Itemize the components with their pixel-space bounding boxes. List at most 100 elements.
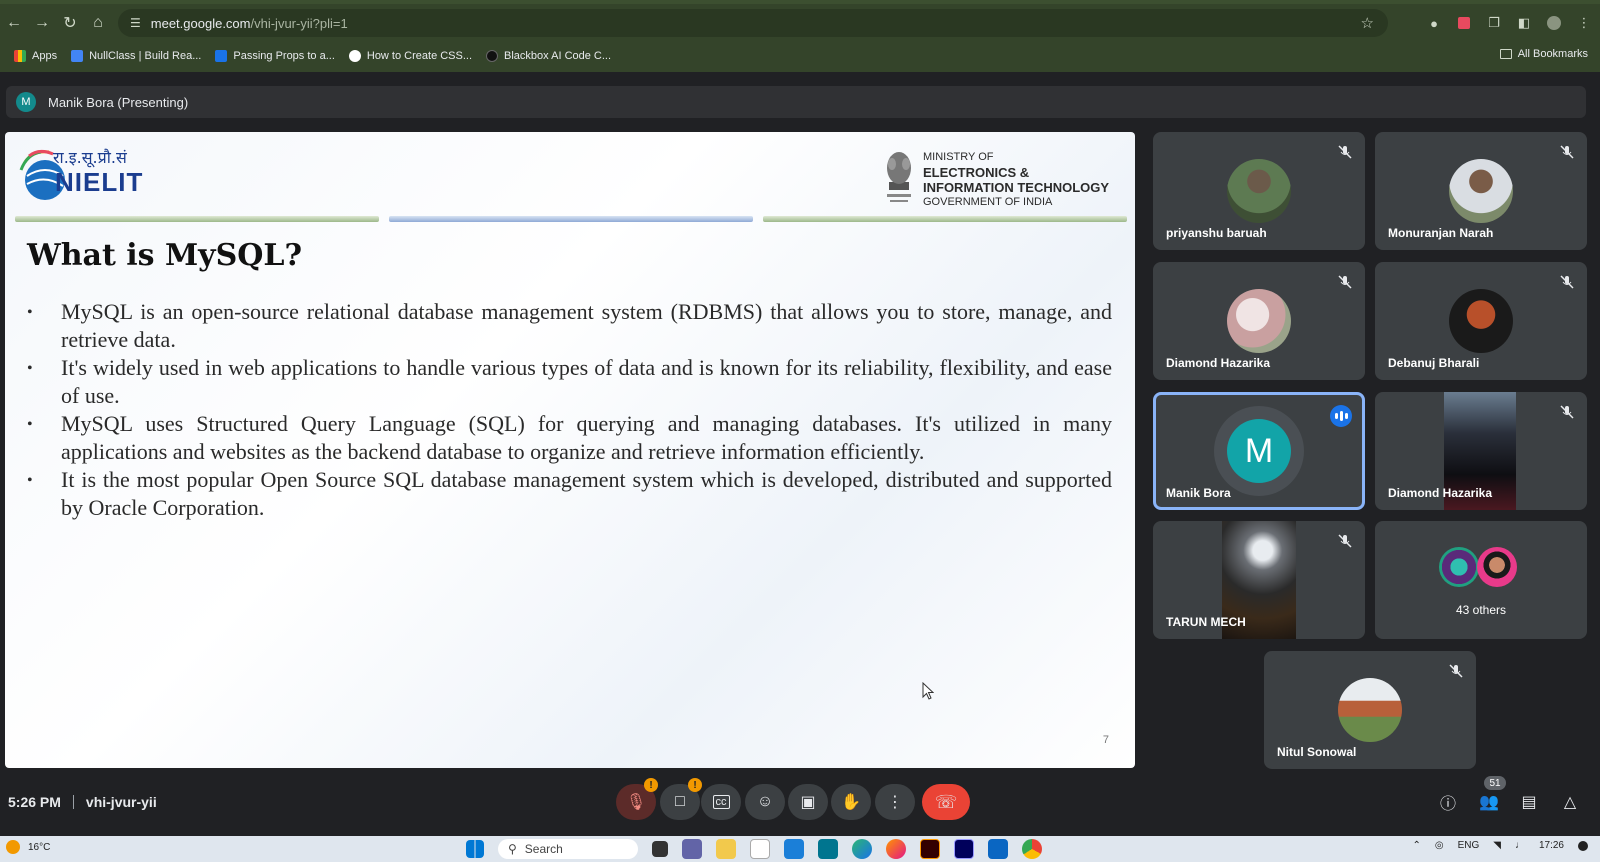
premiere-icon[interactable] [954,839,974,859]
mic-off-icon [1560,275,1574,289]
profile-avatar-icon[interactable] [1546,15,1562,31]
bookmark-passing-props[interactable]: Passing Props to a... [215,50,335,62]
firefox-icon[interactable] [886,839,906,859]
volume-icon[interactable]: ♩ [1515,840,1525,851]
side-panel-icon[interactable]: ◧ [1516,15,1532,31]
leave-call-button[interactable]: ☏ [922,784,970,820]
meeting-time: 5:26 PM [8,794,61,810]
site-info-icon[interactable]: ☰ [130,16,141,30]
all-bookmarks-label: All Bookmarks [1517,48,1588,60]
captions-button[interactable]: cc [701,784,741,820]
globe-icon [348,50,361,62]
participant-name: Debanuj Bharali [1388,356,1480,370]
task-view-icon[interactable] [652,841,668,857]
raise-hand-button[interactable]: ✋ [831,784,871,820]
bullet-item: • MySQL is an open-source relational data… [27,298,1112,354]
taskbar-apps: ⚲ Search [466,839,1042,859]
participant-tile[interactable]: Diamond Hazarika [1375,392,1587,510]
language-indicator[interactable]: ENG [1458,840,1480,851]
extension-globe-icon[interactable]: ● [1426,15,1442,31]
file-explorer-icon[interactable] [716,839,736,859]
address-bar[interactable]: ☰ meet.google.com/vhi-jvur-yii?pli=1 ☆ [118,9,1388,37]
logo-name: NIELIT [55,167,144,197]
forward-icon[interactable]: → [28,9,56,37]
participant-name: Diamond Hazarika [1388,486,1493,500]
stripe-green [15,216,379,222]
camera-off-icon: □ [675,793,685,810]
bookmark-nullclass[interactable]: NullClass | Build Rea... [71,50,201,62]
weather-sun-icon [6,840,20,854]
clock[interactable]: 17:26 [1539,840,1564,851]
menu-kebab-icon[interactable]: ⋮ [1576,15,1592,31]
ministry-line: MINISTRY OF [923,151,994,163]
participant-tile[interactable]: Nitul Sonowal [1264,651,1476,769]
bookmark-apps[interactable]: Apps [14,50,57,62]
bullet-text: MySQL is an open-source relational datab… [61,299,1112,352]
reactions-button[interactable]: ☺ [745,784,785,820]
slide-page-number: 7 [1102,734,1109,746]
reload-icon[interactable]: ↻ [56,9,84,37]
vscode-icon[interactable] [988,839,1008,859]
extension-red-icon[interactable] [1456,15,1472,31]
teams-icon[interactable] [682,839,702,859]
more-options-button[interactable]: ⋮ [875,784,915,820]
participant-photo [1227,159,1291,223]
participant-tile[interactable]: Debanuj Bharali [1375,262,1587,380]
notification-icon[interactable] [1578,840,1588,851]
meeting-code: vhi-jvur-yii [85,794,157,810]
mic-off-icon [1449,664,1463,678]
illustrator-icon[interactable] [920,839,940,859]
bullet-dot: • [27,360,33,377]
edge-icon[interactable] [852,839,872,859]
bullet-item: • It's widely used in web applications to… [27,354,1112,410]
hand-icon: ✋ [841,794,861,811]
bookmark-create-css[interactable]: How to Create CSS... [348,50,473,62]
presenter-label: Manik Bora (Presenting) [48,94,189,110]
participant-tile-active[interactable]: M Manik Bora [1153,392,1365,510]
mic-off-icon [1338,275,1352,289]
bullet-item: • It is the most popular Open Source SQL … [27,466,1112,522]
participant-name: priyanshu baruah [1166,226,1267,240]
bullet-text: MySQL uses Structured Query Language (SQ… [61,411,1112,464]
camera-toggle-button[interactable]: □ ! [660,778,702,820]
weather-widget[interactable]: 16°C [6,840,50,854]
home-icon[interactable]: ⌂ [84,9,112,37]
presenter-avatar: M [16,92,36,112]
participant-tile[interactable]: Diamond Hazarika [1153,262,1365,380]
people-button[interactable]: 👥 [1477,790,1501,814]
chrome-icon[interactable] [1022,839,1042,859]
participant-tile[interactable]: TARUN MECH [1153,521,1365,639]
tray-chevron-icon[interactable]: ⌃ [1412,840,1420,851]
ministry-line: ELECTRONICS & [923,165,1030,180]
participant-tile[interactable]: Monuranjan Narah [1375,132,1587,250]
back-icon[interactable]: ← [0,9,28,37]
bookmark-blackbox[interactable]: Blackbox AI Code C... [486,50,611,62]
ministry-line: GOVERNMENT OF INDIA [923,196,1053,208]
mysql-workbench-icon[interactable] [818,839,838,859]
participant-tile[interactable]: priyanshu baruah [1153,132,1365,250]
windows-start-icon[interactable] [466,840,484,858]
url-host: meet.google.com [150,15,251,31]
system-tray: ⌃ ◎ ENG ◥ ♩ 17:26 [1412,840,1588,851]
present-screen-button[interactable]: ▣ [788,784,828,820]
bullet-dot: • [27,472,33,489]
bookmark-star-icon[interactable]: ☆ [1361,14,1374,32]
notepad-icon[interactable] [750,839,770,859]
wifi-icon[interactable]: ◥ [1493,840,1501,851]
microphone-toggle-button[interactable]: 🎙 ! [616,778,658,820]
presenter-bar: M Manik Bora (Presenting) [6,86,1586,118]
bookmark-label: How to Create CSS... [366,50,473,62]
taskbar-search[interactable]: ⚲ Search [498,839,638,859]
network-icon[interactable]: ◎ [1435,840,1444,851]
nullclass-icon [71,50,84,62]
extensions-puzzle-icon[interactable]: ❐ [1486,15,1502,31]
chat-button[interactable]: ▤ [1517,790,1541,814]
activities-button[interactable]: △ [1558,790,1582,814]
others-tile[interactable]: 43 others [1375,521,1587,639]
store-icon[interactable] [784,839,804,859]
bookmark-label: Blackbox AI Code C... [504,50,612,62]
speaking-indicator-icon [1330,405,1352,427]
meeting-details-button[interactable]: ⓘ [1436,790,1460,814]
all-bookmarks[interactable]: All Bookmarks [1499,48,1588,60]
others-avatars [1439,547,1523,587]
